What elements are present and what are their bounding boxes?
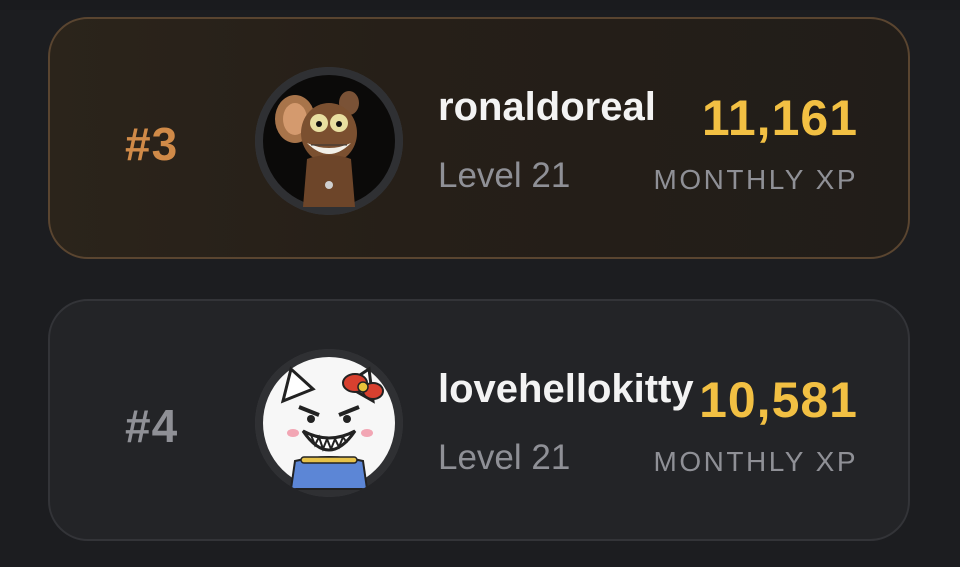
monthly-xp-label: MONTHLY XP: [653, 446, 858, 477]
leaderboard-entry[interactable]: #4 lovehellokitty Level 21 10,581 MONTHL…: [48, 299, 910, 541]
rank-number: #3: [125, 118, 179, 170]
monthly-xp-value: 10,581: [699, 372, 858, 428]
cartoon-mouse-avatar-icon[interactable]: [255, 67, 403, 215]
user-level: Level 21: [438, 156, 571, 195]
monthly-xp-label: MONTHLY XP: [653, 164, 858, 195]
username: lovehellokitty: [438, 367, 694, 411]
angry-kitty-avatar-icon[interactable]: [255, 349, 403, 497]
username: ronaldoreal: [438, 85, 656, 129]
monthly-xp-value: 11,161: [701, 90, 858, 146]
rank-number: #4: [125, 400, 179, 452]
list-top-edge: [0, 0, 960, 10]
leaderboard-entry[interactable]: #3 ronaldoreal Level 21 11,161 MONTHLY X…: [48, 17, 910, 259]
user-level: Level 21: [438, 438, 571, 477]
